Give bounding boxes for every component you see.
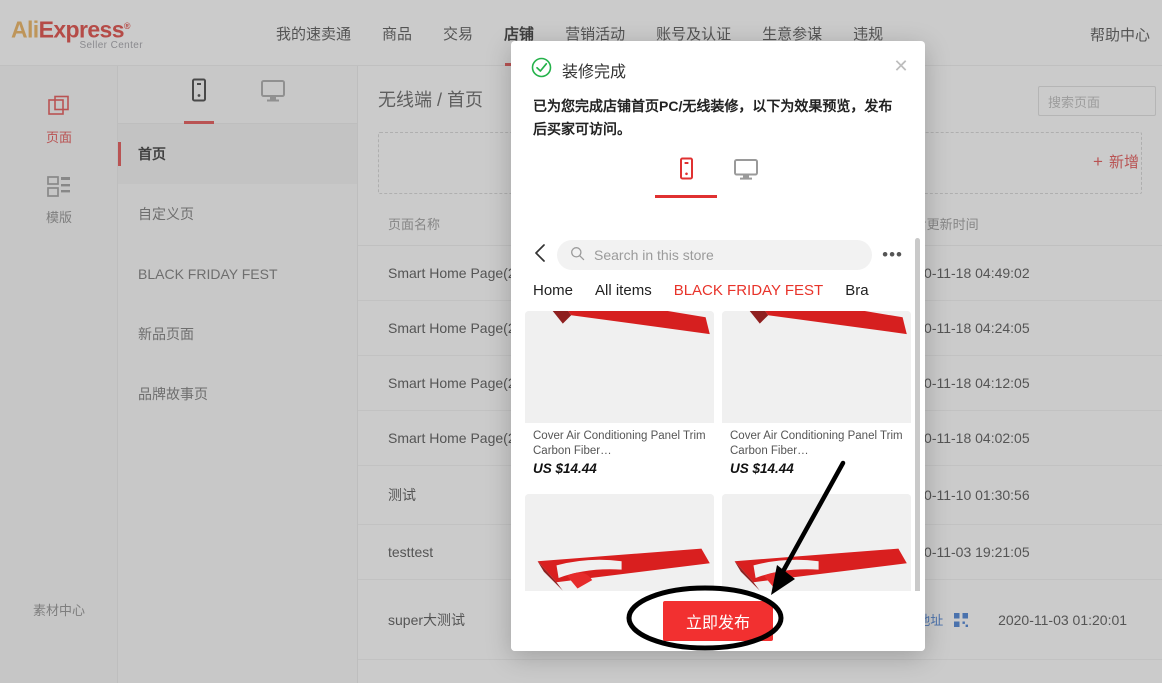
preview-search-input[interactable]: Search in this store <box>557 240 873 270</box>
product-info: Cover Air Conditioning Panel Trim Carbon… <box>525 423 714 486</box>
search-page-input[interactable]: 搜索页面 <box>1038 86 1156 116</box>
preview-search-placeholder: Search in this store <box>594 247 714 263</box>
template-icon <box>0 172 118 202</box>
product-card[interactable]: Cover Air Conditioning Panel Trim Carbon… <box>722 311 911 486</box>
publish-now-button[interactable]: 立即发布 <box>663 601 773 641</box>
modal-title: 装修完成 <box>562 64 627 81</box>
mobile-icon <box>680 157 693 180</box>
modal-footer: 立即发布 <box>511 591 925 651</box>
rail-label-templates: 模版 <box>45 210 72 225</box>
desktop-icon <box>734 159 758 180</box>
search-page-placeholder: 搜索页面 <box>1048 94 1101 110</box>
page-list-label: 首页 <box>138 146 166 162</box>
app-root: AliExpress® Seller Center 我的速卖通 商品 交易 店铺… <box>0 0 1162 683</box>
nav-item-my-aliexpress[interactable]: 我的速卖通 <box>276 23 351 44</box>
product-card[interactable]: Cover Air Conditioning Panel Trim Carbon… <box>525 311 714 486</box>
page-list-item-brand-story[interactable]: 品牌故事页 <box>118 364 357 424</box>
product-price: US $14.44 <box>533 461 597 476</box>
nav-item-transactions[interactable]: 交易 <box>443 23 473 44</box>
preview-tab-home[interactable]: Home <box>533 282 573 299</box>
page-list-label: 品牌故事页 <box>138 386 208 402</box>
product-image <box>525 311 714 423</box>
modal-device-tab-mobile[interactable] <box>676 157 696 198</box>
pages-icon <box>0 92 118 122</box>
mobile-icon <box>191 78 206 101</box>
page-list-label: BLACK FRIDAY FEST <box>138 266 278 282</box>
preview-scrollbar-thumb[interactable] <box>915 238 920 591</box>
product-price: US $14.44 <box>730 461 794 476</box>
product-image <box>525 494 714 591</box>
plus-icon: + <box>1093 151 1103 171</box>
product-image <box>722 311 911 423</box>
logo-trademark: ® <box>123 21 131 31</box>
preview-tab-brand[interactable]: Bra <box>845 282 868 299</box>
device-tab-desktop[interactable] <box>259 78 287 112</box>
more-dots-icon[interactable]: ••• <box>882 245 903 265</box>
product-card[interactable] <box>722 494 911 591</box>
product-name: Cover Air Conditioning Panel Trim Carbon… <box>730 430 903 457</box>
preview-search-row: Search in this store ••• <box>511 234 925 280</box>
product-name: Cover Air Conditioning Panel Trim Carbon… <box>533 430 706 457</box>
page-list-item-home[interactable]: 首页 <box>118 124 357 184</box>
modal-device-tabs <box>511 157 925 198</box>
decoration-complete-modal: 装修完成 ✕ 已为您完成店铺首页PC/无线装修，以下为效果预览，发布后买家可访问… <box>511 41 925 651</box>
preview-tab-all-items[interactable]: All items <box>595 282 652 299</box>
qr-code-icon[interactable] <box>954 612 969 630</box>
page-list-label: 新品页面 <box>138 326 194 342</box>
device-tab-mobile[interactable] <box>189 78 209 112</box>
add-page-button[interactable]: + 新增 <box>1093 151 1139 172</box>
page-list-item-new-products[interactable]: 新品页面 <box>118 304 357 364</box>
page-list-label: 自定义页 <box>138 206 194 222</box>
modal-device-tab-desktop[interactable] <box>732 157 760 198</box>
nav-item-products[interactable]: 商品 <box>382 23 412 44</box>
page-list-item-black-friday[interactable]: BLACK FRIDAY FEST <box>118 244 357 304</box>
cell-time: 2020-11-03 01:20:01 <box>998 611 1128 628</box>
product-image <box>722 494 911 591</box>
preview-tab-black-friday[interactable]: BLACK FRIDAY FEST <box>674 282 823 299</box>
check-circle-icon <box>531 57 552 83</box>
close-icon[interactable]: ✕ <box>891 56 911 76</box>
search-icon <box>570 246 585 264</box>
desktop-icon <box>260 79 285 101</box>
chevron-left-icon[interactable] <box>533 243 547 268</box>
rail-item-templates[interactable]: 模版 <box>0 146 118 226</box>
logo-wordmark: AliExpress® <box>11 14 143 43</box>
product-info: Cover Air Conditioning Panel Trim Carbon… <box>722 423 911 486</box>
store-preview: Search in this store ••• Home All items … <box>511 234 925 591</box>
left-rail: 页面 模版 素材中心 <box>0 66 118 683</box>
aliexpress-logo[interactable]: AliExpress® Seller Center <box>11 14 143 51</box>
page-list-panel: 首页 自定义页 BLACK FRIDAY FEST 新品页面 品牌故事页 <box>118 66 358 683</box>
modal-header: 装修完成 <box>511 41 925 83</box>
page-list-device-tabs <box>118 66 357 124</box>
page-list-item-custom[interactable]: 自定义页 <box>118 184 357 244</box>
help-center-link[interactable]: 帮助中心 <box>1090 24 1150 45</box>
logo-ali: Ali <box>11 16 39 43</box>
logo-express: Express <box>38 16 125 43</box>
product-card[interactable] <box>525 494 714 591</box>
rail-label-pages: 页面 <box>45 130 72 145</box>
preview-tabs: Home All items BLACK FRIDAY FEST Bra <box>511 280 925 299</box>
modal-description: 已为您完成店铺首页PC/无线装修，以下为效果预览，发布后买家可访问。 <box>533 98 893 137</box>
page-title: 无线端 / 首页 <box>378 90 484 110</box>
add-page-label: 新增 <box>1108 154 1139 171</box>
preview-product-grid: Cover Air Conditioning Panel Trim Carbon… <box>511 311 925 591</box>
material-center-link[interactable]: 素材中心 <box>0 600 118 619</box>
rail-item-pages[interactable]: 页面 <box>0 66 118 146</box>
